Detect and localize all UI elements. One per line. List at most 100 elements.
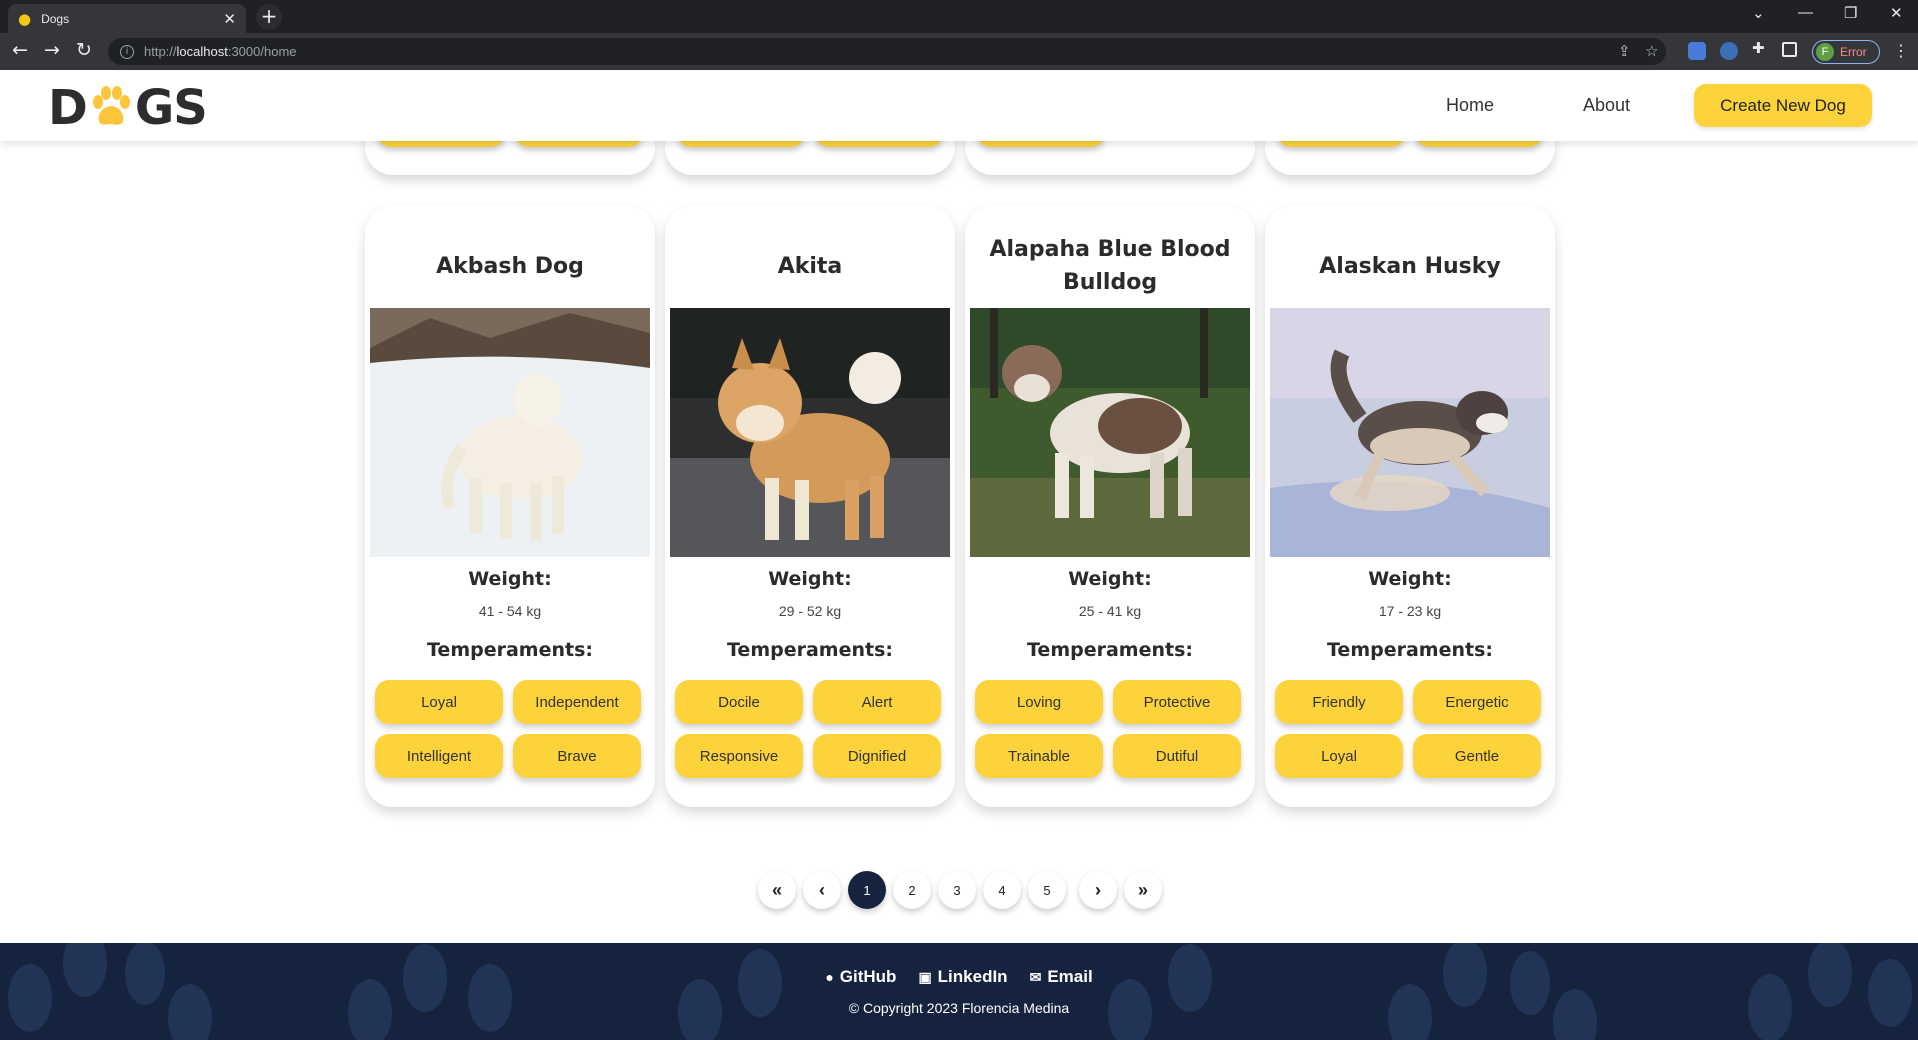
- page-button-4[interactable]: 4: [983, 871, 1021, 909]
- site-footer: ● GitHub ▣ LinkedIn ✉ Email © Copyright …: [0, 943, 1918, 1040]
- temperament-chip: Docile: [675, 680, 803, 724]
- dog-card[interactable]: Alapaha Blue Blood Bulldog Weight: 25 - …: [965, 206, 1255, 807]
- url-host: localhost: [176, 44, 228, 59]
- previous-row-card[interactable]: [965, 141, 1255, 175]
- reload-icon[interactable]: ↻: [76, 39, 92, 61]
- share-icon[interactable]: ⇪: [1618, 42, 1631, 60]
- restore-icon[interactable]: ❐: [1844, 4, 1857, 22]
- dog-card[interactable]: Alaskan Husky Weight: 17 - 23 kg Tempera…: [1265, 206, 1555, 807]
- paw-favicon-icon: ●: [18, 9, 32, 28]
- email-link[interactable]: ✉ Email: [1030, 967, 1093, 987]
- temperament-chip: [1277, 141, 1405, 147]
- previous-row-card[interactable]: [365, 141, 655, 175]
- prev-page-button[interactable]: ‹: [803, 871, 841, 909]
- temperament-chip: Energetic: [1413, 680, 1541, 724]
- weight-range: 25 - 41 kg: [1078, 603, 1142, 619]
- close-tab-icon[interactable]: ✕: [223, 10, 236, 28]
- page-button-3[interactable]: 3: [938, 871, 976, 909]
- dog-photo-akbash: [370, 308, 650, 557]
- dog-name: Akita: [777, 253, 843, 279]
- url-protocol: http://: [144, 44, 177, 59]
- page-button-5[interactable]: 5: [1028, 871, 1066, 909]
- weight-range: 17 - 23 kg: [1378, 603, 1442, 619]
- copyright-text: © Copyright 2023 Florencia Medina: [848, 1000, 1070, 1016]
- nav-about-link[interactable]: About: [1583, 95, 1630, 116]
- address-bar[interactable]: i http:// localhost :3000/home ⇪ ☆: [108, 38, 1666, 65]
- minimize-icon[interactable]: —: [1798, 4, 1813, 21]
- dog-photo-akita: [670, 308, 950, 557]
- dogs-grid: Akbash Dog Weight: 41 - 54 kg Temperamen…: [0, 141, 1918, 943]
- extensions-puzzle-icon[interactable]: ✚: [1752, 39, 1770, 57]
- temperament-chip: Intelligent: [375, 734, 503, 778]
- close-window-icon[interactable]: ✕: [1890, 4, 1903, 22]
- dog-photo-husky: [1270, 308, 1550, 557]
- profile-status: Error: [1840, 45, 1867, 59]
- github-label: GitHub: [839, 967, 897, 986]
- side-panel-icon[interactable]: [1782, 42, 1797, 57]
- temperaments-heading: Temperaments:: [727, 639, 893, 661]
- tab-title: Dogs: [41, 11, 70, 26]
- temperament-chip: [377, 141, 505, 147]
- forward-icon[interactable]: →: [44, 39, 60, 61]
- page-button-1[interactable]: 1: [848, 871, 886, 909]
- previous-row-card[interactable]: [1265, 141, 1555, 175]
- linkedin-label: LinkedIn: [937, 967, 1008, 986]
- linkedin-link[interactable]: ▣ LinkedIn: [918, 967, 1007, 987]
- temperament-chip: [977, 141, 1105, 147]
- temperament-chip: Protective: [1113, 680, 1241, 724]
- github-link[interactable]: ● GitHub: [825, 967, 896, 987]
- weight-range: 29 - 52 kg: [778, 603, 842, 619]
- avatar: F: [1816, 43, 1834, 61]
- double-chevron-left-icon: «: [771, 879, 782, 900]
- dog-image: [670, 308, 950, 557]
- weight-heading: Weight:: [468, 568, 552, 590]
- email-icon: ✉: [1029, 968, 1042, 985]
- site-logo[interactable]: D GS: [48, 80, 208, 136]
- create-new-dog-button[interactable]: Create New Dog: [1694, 84, 1872, 127]
- temperament-chip: [1415, 141, 1543, 147]
- temperament-chip: Loyal: [1275, 734, 1403, 778]
- back-icon[interactable]: ←: [12, 39, 28, 61]
- page-button-2[interactable]: 2: [893, 871, 931, 909]
- temperament-chip: Dutiful: [1113, 734, 1241, 778]
- translate-extension-icon[interactable]: [1688, 42, 1706, 60]
- tab-search-icon[interactable]: ⌄: [1752, 4, 1765, 22]
- temperament-chip: Alert: [813, 680, 941, 724]
- bookmark-star-icon[interactable]: ☆: [1645, 42, 1658, 60]
- temperaments-heading: Temperaments:: [1327, 639, 1493, 661]
- footer-links: ● GitHub ▣ LinkedIn ✉ Email: [0, 967, 1918, 987]
- weight-heading: Weight:: [768, 568, 852, 590]
- next-page-button[interactable]: ›: [1079, 871, 1117, 909]
- profile-button[interactable]: F Error: [1812, 40, 1880, 64]
- weight-heading: Weight:: [1068, 568, 1152, 590]
- temperaments-heading: Temperaments:: [427, 639, 593, 661]
- site-header: D GS Home About Create New Dog: [0, 70, 1918, 141]
- browser-toolbar: ← → ↻ i http:// localhost :3000/home ⇪ ☆…: [0, 33, 1918, 70]
- last-page-button[interactable]: »: [1124, 871, 1162, 909]
- temperament-chip: Loving: [975, 680, 1103, 724]
- temperament-chip: [515, 141, 643, 147]
- dog-image: [370, 308, 650, 557]
- logo-letters-gs: GS: [134, 80, 208, 136]
- dog-card[interactable]: Akita Weight: 29 - 52 kg Temperaments: D…: [665, 206, 955, 807]
- paw-logo-icon: [92, 86, 130, 125]
- previous-row-card[interactable]: [665, 141, 955, 175]
- email-label: Email: [1047, 967, 1093, 986]
- linkedin-icon: ▣: [918, 968, 932, 985]
- logo-letter-d: D: [48, 80, 88, 136]
- dog-card[interactable]: Akbash Dog Weight: 41 - 54 kg Temperamen…: [365, 206, 655, 807]
- temperaments-heading: Temperaments:: [1027, 639, 1193, 661]
- shield-extension-icon[interactable]: [1720, 42, 1738, 60]
- browser-tab[interactable]: ● Dogs ✕: [8, 4, 246, 33]
- first-page-button[interactable]: «: [758, 871, 796, 909]
- dog-name: Alapaha Blue Blood Bulldog: [989, 237, 1231, 295]
- temperament-chip: Loyal: [375, 680, 503, 724]
- temperament-chip: [815, 141, 943, 147]
- new-tab-button[interactable]: +: [256, 4, 282, 30]
- weight-range: 41 - 54 kg: [478, 603, 542, 619]
- browser-tab-bar: ● Dogs ✕ + ⌄ — ❐ ✕: [0, 0, 1918, 33]
- github-icon: ●: [825, 969, 834, 985]
- site-info-icon[interactable]: i: [120, 44, 134, 59]
- nav-home-link[interactable]: Home: [1446, 95, 1494, 116]
- browser-menu-icon[interactable]: ⋮: [1893, 41, 1909, 60]
